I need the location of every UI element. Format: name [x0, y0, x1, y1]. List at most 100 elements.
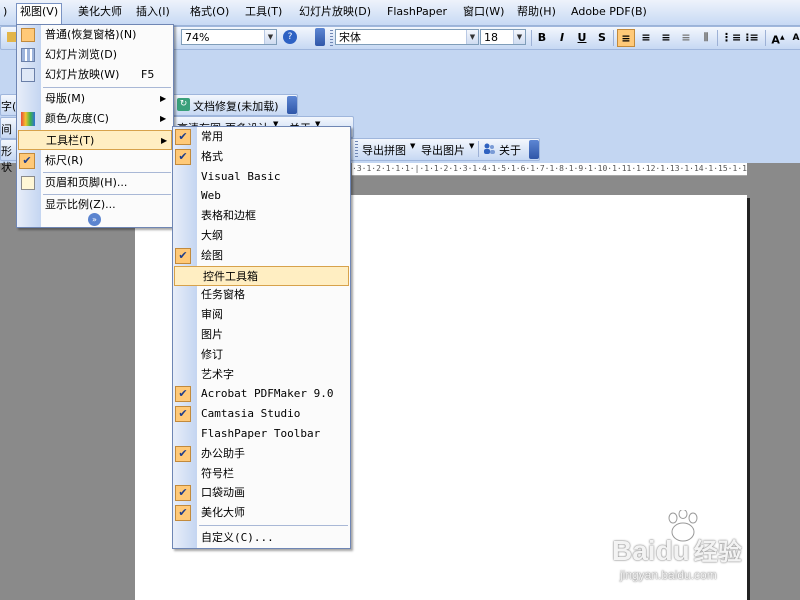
decrease-font-icon[interactable]: A [787, 29, 800, 47]
toolbar-toggle-item[interactable]: 修订 [173, 345, 350, 365]
shadow-button[interactable]: S [593, 29, 611, 47]
chevron-down-icon[interactable]: ▼ [469, 142, 474, 150]
chevron-down-icon[interactable]: ▼ [410, 142, 415, 150]
chevron-down-icon[interactable]: ▼ [513, 30, 525, 44]
italic-button[interactable]: I [553, 29, 571, 47]
view-menu-item-master[interactable]: 母版(M) ▶ [17, 89, 173, 109]
view-menu-item-zoom[interactable]: 显示比例(Z)... [17, 195, 173, 215]
separator [613, 30, 614, 46]
menu-format[interactable]: 格式(O) [187, 4, 232, 20]
toolbar-toggle-item[interactable]: ✔ 美化大师 [173, 503, 350, 523]
view-menu-item-toolbars[interactable]: 工具栏(T) ▶ [18, 130, 172, 150]
header-footer-icon [21, 176, 35, 190]
toolbar-toggle-item[interactable]: 任务窗格 [173, 285, 350, 305]
help-icon[interactable]: ? [283, 30, 297, 44]
separator [478, 141, 479, 157]
checkmark-icon: ✔ [175, 247, 191, 264]
font-size-select[interactable]: 18 ▼ [480, 29, 526, 45]
align-center-icon[interactable]: ≡ [637, 29, 655, 47]
submenu-arrow-icon: ▶ [160, 114, 167, 123]
toolbar-toggle-item[interactable]: FlashPaper Toolbar [173, 424, 350, 444]
refresh-icon: ↻ [177, 98, 190, 111]
zoom-value: 74% [185, 31, 210, 44]
chevron-down-icon[interactable]: ▼ [466, 30, 478, 44]
toolbar-toggle-item[interactable]: 艺术字 [173, 365, 350, 385]
view-menu-item-ruler[interactable]: ✔ 标尺(R) [17, 151, 173, 171]
toolbar-toggle-item[interactable]: ✔ Acrobat PDFMaker 9.0 [173, 384, 350, 404]
toolbar-options-icon[interactable] [287, 96, 297, 114]
menu-item-label: Visual Basic [201, 169, 281, 183]
left-stub-label[interactable]: 形状 [1, 143, 17, 175]
export-collage-button[interactable]: 导出拼图 [362, 142, 406, 158]
view-menu: 普通(恢复窗格)(N) 幻灯片浏览(D) 幻灯片放映(W) F5 母版(M) ▶… [16, 24, 174, 228]
font-select[interactable]: 宋体 ▼ [335, 29, 479, 45]
menu-window[interactable]: 窗口(W) [460, 4, 507, 20]
toolbar-toggle-item[interactable]: ✔ 口袋动画 [173, 483, 350, 503]
zoom-select[interactable]: 74% ▼ [181, 29, 277, 45]
toolbar-options-icon[interactable] [529, 140, 539, 159]
chevron-down-icon[interactable]: ▼ [264, 30, 276, 44]
menu-item-label: 任务窗格 [201, 288, 245, 302]
about-button[interactable]: 关于 [499, 142, 521, 158]
bulleted-list-icon[interactable]: ⁝≡ [743, 29, 761, 47]
menu-partial[interactable]: ) [0, 4, 10, 20]
menu-view[interactable]: 视图(V) [16, 3, 63, 26]
view-menu-item-slide-sorter[interactable]: 幻灯片浏览(D) [17, 45, 173, 65]
toolbar-toggle-item[interactable]: ✔ Camtasia Studio [173, 404, 350, 424]
view-menu-item-header-footer[interactable]: 页眉和页脚(H)... [17, 173, 173, 193]
align-right-icon[interactable]: ≡ [657, 29, 675, 47]
menu-item-label: 页眉和页脚(H)... [45, 176, 128, 189]
menu-item-label: 大纲 [201, 229, 223, 242]
view-menu-item-color-grayscale[interactable]: 颜色/灰度(C) ▶ [17, 109, 173, 129]
menu-tools[interactable]: 工具(T) [242, 4, 285, 20]
toolbar-toggle-item[interactable]: 表格和边框 [173, 206, 350, 226]
toolbar-toggle-item[interactable]: 大纲 [173, 226, 350, 246]
toolbar-toggle-item[interactable]: Visual Basic [173, 167, 350, 187]
left-stub-label[interactable]: 字( [1, 98, 16, 114]
watermark-brand: Baidu [612, 535, 690, 566]
shortcut-label: F5 [141, 68, 155, 81]
toolbar-toggle-item[interactable]: ✔ 绘图 [173, 246, 350, 266]
checkmark-icon: ✔ [175, 386, 191, 403]
menu-flashpaper[interactable]: FlashPaper [384, 4, 450, 20]
menu-separator [199, 525, 348, 526]
justify-icon[interactable]: ≡ [677, 29, 695, 47]
toolbar-toggle-item[interactable]: ✔ 格式 [173, 147, 350, 167]
underline-button[interactable]: U [573, 29, 591, 47]
menu-adobe-pdf[interactable]: Adobe PDF(B) [568, 4, 650, 20]
toolbar-grip[interactable] [330, 30, 333, 46]
doc-repair-button[interactable]: 文档修复(未加载) [193, 98, 279, 114]
toolbar-toggle-item[interactable]: 符号栏 [173, 464, 350, 484]
folder-icon[interactable] [7, 32, 16, 42]
toolbars-submenu: ✔ 常用 ✔ 格式 Visual Basic Web 表格和边框大纲 ✔ 绘图 控件工具箱任务窗格… [172, 126, 351, 549]
increase-font-icon[interactable]: A▲ [769, 29, 787, 47]
checkmark-icon: ✔ [175, 485, 191, 502]
toolbar-toggle-item[interactable]: 审阅 [173, 305, 350, 325]
align-left-icon[interactable]: ≡ [617, 29, 635, 47]
toolbar-toggle-item[interactable]: ✔ 常用 [173, 127, 350, 147]
menu-separator [43, 87, 171, 88]
export-image-button[interactable]: 导出图片 [421, 142, 465, 158]
toolbar-toggle-item[interactable]: 控件工具箱 [174, 265, 349, 286]
checkmark-icon: ✔ [175, 505, 191, 522]
numbered-list-icon[interactable]: ⋮≡ [721, 29, 741, 47]
view-menu-item-slideshow[interactable]: 幻灯片放映(W) F5 [17, 65, 173, 85]
menu-item-label: 办公助手 [201, 446, 245, 460]
toolbar-options-icon[interactable] [315, 28, 325, 46]
toolbar-grip[interactable] [355, 141, 358, 157]
menu-beautify-master[interactable]: 美化大师 [75, 4, 125, 20]
horizontal-ruler[interactable]: ·3·1·2·1·1·1·|·1·1·2·1·3·1·4·1·5·1·6·1·7… [352, 163, 747, 176]
menu-slideshow[interactable]: 幻灯片放映(D) [296, 4, 374, 20]
double-chevron-down-icon[interactable]: » [88, 213, 101, 226]
view-menu-item-normal[interactable]: 普通(恢复窗格)(N) [17, 25, 173, 45]
toolbar-toggle-item[interactable]: ✔ 办公助手 [173, 444, 350, 464]
toolbar-toggle-item[interactable]: 图片 [173, 325, 350, 345]
toolbar-toggle-item[interactable]: Web [173, 186, 350, 206]
menu-item-label: 口袋动画 [201, 486, 245, 500]
menu-item-label: Web [201, 189, 221, 203]
toolbar-toggle-item[interactable]: 自定义(C)... [173, 528, 350, 548]
distribute-icon[interactable]: ⦀ [697, 29, 715, 47]
menu-help[interactable]: 帮助(H) [514, 4, 559, 20]
menu-insert[interactable]: 插入(I) [133, 4, 173, 20]
bold-button[interactable]: B [533, 29, 551, 47]
